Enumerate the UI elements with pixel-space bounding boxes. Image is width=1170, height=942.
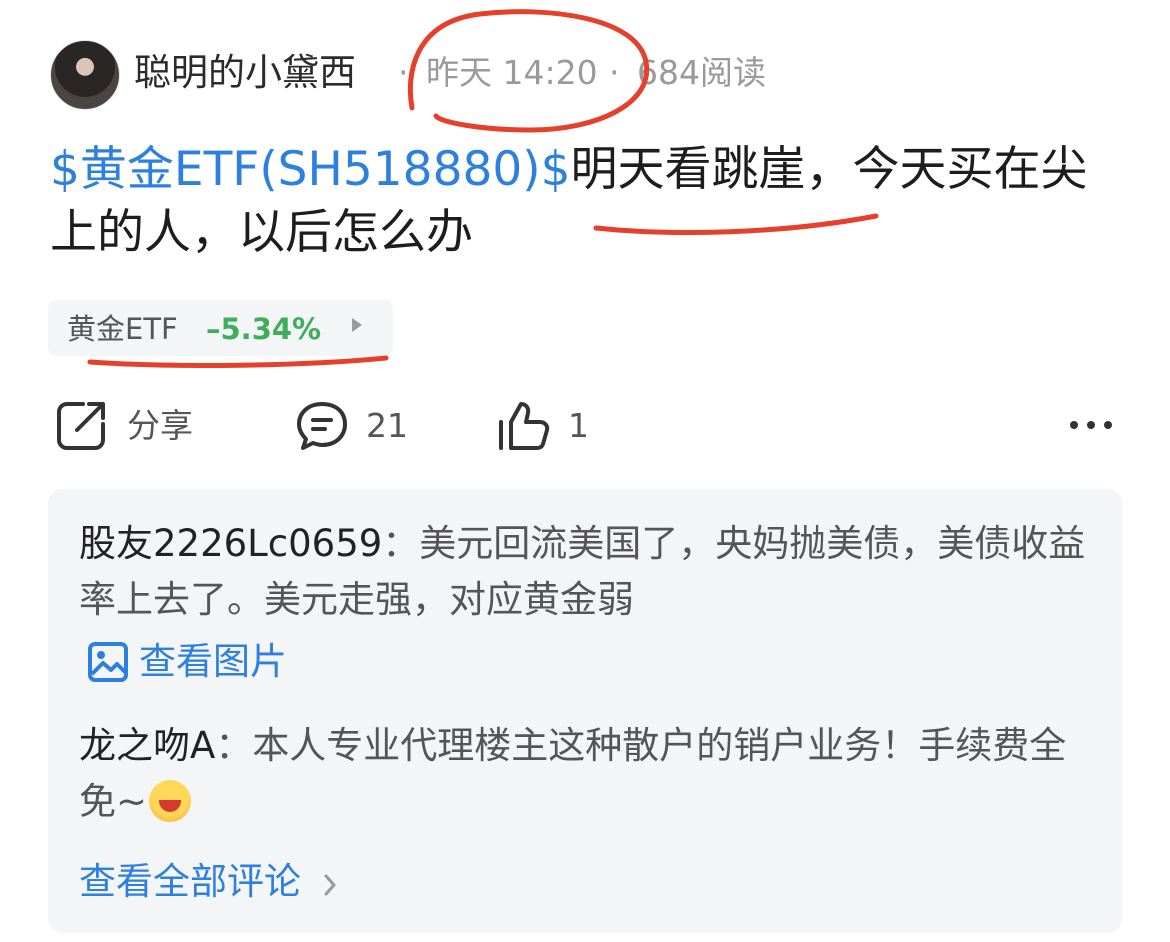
image-icon[interactable] — [87, 641, 129, 683]
chevron-right-icon — [324, 874, 336, 896]
comment-author[interactable]: 龙之吻A — [79, 724, 215, 767]
ticker-link[interactable]: $黄金ETF(SH518880)$ — [50, 142, 571, 197]
annotation-underline — [592, 206, 882, 240]
view-all-label: 查看全部评论 — [79, 860, 301, 903]
comment-item[interactable]: 龙之吻A：本人专业代理楼主这种散户的销户业务！手续费全免~ — [79, 718, 1089, 830]
post-text: $黄金ETF(SH518880)$明天看跳崖，今天买在尖上的人，以后怎么办 — [50, 138, 1125, 264]
view-image-link[interactable]: 查看图片 — [139, 636, 287, 688]
comment-separator: ： — [382, 522, 420, 565]
comment-separator: ： — [215, 724, 253, 767]
annotation-underline — [86, 350, 392, 372]
laughing-emoji — [149, 780, 192, 822]
like-count[interactable]: 1 — [568, 403, 589, 449]
like-icon[interactable] — [497, 400, 551, 452]
stock-chip-name: 黄金ETF — [67, 312, 178, 346]
comment-count[interactable]: 21 — [366, 403, 408, 449]
comment-icon[interactable] — [295, 400, 349, 452]
comment-author[interactable]: 股友2226Lc0659 — [79, 522, 382, 565]
annotation-circle — [400, 4, 660, 144]
view-all-comments-link[interactable]: 查看全部评论 — [79, 856, 337, 908]
avatar[interactable] — [50, 40, 120, 110]
play-arrow-icon — [352, 318, 362, 332]
stock-chip-change: –5.34% — [206, 312, 322, 346]
author-name[interactable]: 聪明的小黛西 — [134, 46, 356, 100]
share-icon[interactable] — [55, 400, 107, 452]
more-icon[interactable] — [1068, 416, 1114, 434]
share-button[interactable]: 分享 — [127, 403, 193, 449]
comment-item[interactable]: 股友2226Lc0659：美元回流美国了，央妈抛美债，美债收益率上去了。美元走强… — [79, 516, 1089, 628]
